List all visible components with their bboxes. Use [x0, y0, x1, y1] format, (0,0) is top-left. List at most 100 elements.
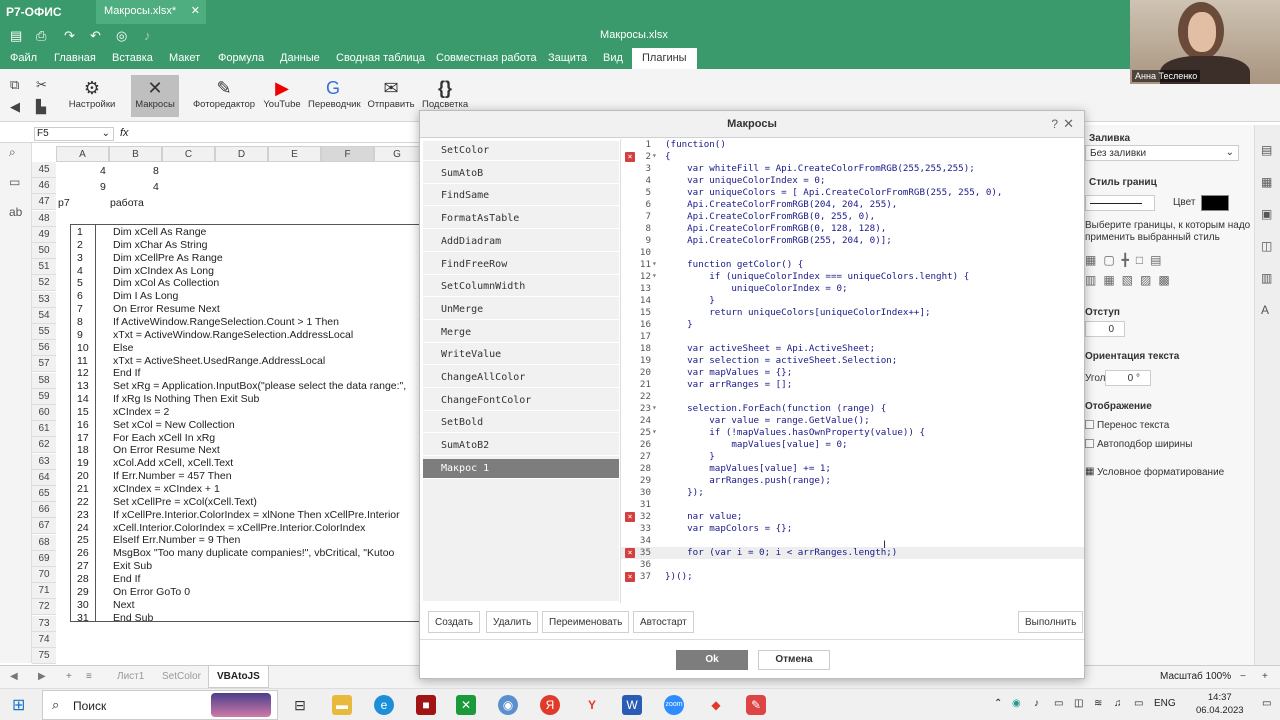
table-settings-icon[interactable]: ▦ — [1261, 175, 1272, 189]
shape-settings-icon[interactable]: ◫ — [1261, 239, 1272, 253]
row-header[interactable]: 67 — [32, 518, 56, 535]
menu-collaboration[interactable]: Совместная работа — [436, 52, 537, 64]
camera-icon[interactable]: ▭ — [1054, 698, 1063, 709]
tray-app-icon[interactable]: ◉ — [1012, 698, 1021, 709]
cut-icon[interactable]: ✂ — [36, 77, 47, 93]
menu-view[interactable]: Вид — [603, 52, 623, 64]
zoom-out-icon[interactable]: − — [1240, 671, 1246, 682]
highlight-button[interactable]: {} Подсветка — [422, 77, 468, 110]
image-settings-icon[interactable]: ▣ — [1261, 207, 1272, 221]
bell-icon[interactable]: ♪ — [144, 28, 151, 43]
r7-office-icon[interactable]: ◆ — [706, 695, 726, 715]
column-header[interactable]: E — [268, 146, 321, 162]
run-button[interactable]: Выполнить — [1018, 611, 1084, 633]
wrap-checkbox[interactable] — [1085, 420, 1094, 429]
row-header[interactable]: 46 — [32, 178, 56, 195]
volume-icon[interactable]: ♫ — [1114, 698, 1122, 709]
send-button[interactable]: ✉ Отправить — [366, 77, 416, 110]
macro-list-item[interactable]: UnMerge — [423, 300, 619, 320]
row-header[interactable]: 65 — [32, 486, 56, 502]
autofit-checkbox[interactable] — [1085, 439, 1094, 448]
app-icon[interactable]: ■ — [416, 695, 436, 715]
close-tab-icon[interactable]: ✕ — [191, 4, 200, 17]
column-header[interactable]: F — [321, 146, 374, 162]
document-tab[interactable]: Макросы.xlsx* ✕ — [96, 0, 206, 24]
zoom-icon[interactable]: zoom — [664, 695, 684, 715]
undo-icon[interactable]: ↶ — [90, 28, 101, 44]
wifi-icon[interactable]: ≋ — [1094, 698, 1102, 709]
file-explorer-icon[interactable]: ▬ — [332, 695, 352, 715]
rename-button[interactable]: Переименовать — [542, 611, 630, 633]
fill-select[interactable]: Без заливки ⌄ — [1085, 145, 1239, 161]
yandex-browser-icon[interactable]: Y — [582, 695, 602, 715]
browser-icon[interactable]: ◉ — [498, 695, 518, 715]
zoom-in-icon[interactable]: + — [1262, 671, 1268, 682]
user-icon[interactable]: ◎ — [116, 28, 127, 44]
fold-arrow-icon[interactable]: ▾ — [652, 151, 657, 160]
column-header[interactable]: C — [162, 146, 215, 162]
word-icon[interactable]: W — [622, 695, 642, 715]
border-color-swatch[interactable] — [1201, 195, 1229, 211]
xbox-icon[interactable]: ✕ — [456, 695, 476, 715]
cell-a45[interactable]: 4 — [100, 165, 106, 177]
row-header[interactable]: 50 — [32, 243, 56, 259]
macro-list-item[interactable]: SetColumnWidth — [423, 277, 619, 298]
translator-button[interactable]: G Переводчик — [308, 77, 361, 110]
search-icon[interactable]: ⌕ — [9, 145, 16, 160]
fx-icon[interactable]: fx — [120, 127, 129, 139]
menu-home[interactable]: Главная — [54, 52, 96, 64]
menu-pivot-table[interactable]: Сводная таблица — [336, 52, 425, 64]
row-header[interactable]: 66 — [32, 502, 56, 519]
menu-data[interactable]: Данные — [280, 52, 320, 64]
paste-icon[interactable]: ◀ — [10, 99, 20, 115]
row-header[interactable]: 57 — [32, 356, 56, 373]
help-icon[interactable]: ? — [1051, 117, 1058, 131]
copy-icon[interactable]: ⧉ — [10, 77, 19, 93]
chart-settings-icon[interactable]: ▥ — [1261, 271, 1272, 285]
macro-list-item[interactable]: AddDiadram — [423, 232, 619, 252]
cell-a46[interactable]: 9 — [100, 181, 106, 193]
row-header[interactable]: 54 — [32, 307, 56, 324]
settings-button[interactable]: ⚙ Настройки — [66, 77, 118, 110]
macro-list-item[interactable]: SetBold — [423, 413, 619, 434]
fold-arrow-icon[interactable]: ▾ — [652, 271, 657, 280]
notifications-icon[interactable]: ▭ — [1262, 698, 1271, 709]
menu-insert[interactable]: Вставка — [112, 52, 153, 64]
row-header[interactable]: 61 — [32, 421, 56, 438]
yandex-icon[interactable]: Я — [540, 695, 560, 715]
macro-list-item[interactable]: FormatAsTable — [423, 209, 619, 230]
sheet-tab-list1[interactable]: Лист1 — [117, 671, 144, 682]
column-header[interactable]: G — [374, 146, 420, 162]
row-header[interactable]: 45 — [32, 162, 56, 178]
cell-b47[interactable]: работа — [110, 197, 144, 209]
row-header[interactable]: 71 — [32, 583, 56, 600]
code-editor[interactable]: 1 (function() × 2 ▾{3 var whiteFill = Api.Cr… — [620, 139, 1084, 603]
angle-input[interactable]: 0 ° — [1105, 370, 1151, 386]
border-line-select[interactable] — [1085, 195, 1155, 211]
row-header[interactable]: 62 — [32, 437, 56, 454]
row-header[interactable]: 56 — [32, 340, 56, 357]
indent-input[interactable]: 0 — [1085, 321, 1125, 337]
macro-list-item[interactable]: SumAtoB — [423, 164, 619, 184]
menu-protection[interactable]: Защита — [548, 52, 587, 64]
macro-list-item[interactable]: FindFreeRow — [423, 255, 619, 275]
redo-icon[interactable]: ↷ — [64, 28, 75, 44]
border-buttons-row2[interactable]: ▥▦▧▨▩ — [1085, 273, 1177, 287]
autostart-button[interactable]: Автостарт — [633, 611, 694, 633]
windows-start-icon[interactable]: ⊞ — [12, 695, 25, 715]
row-header[interactable]: 52 — [32, 275, 56, 292]
comments-icon[interactable]: ▭ — [9, 175, 20, 189]
row-header[interactable]: 73 — [32, 615, 56, 632]
row-header[interactable]: 64 — [32, 469, 56, 486]
macro-list-item[interactable]: FindSame — [423, 186, 619, 207]
cell-reference-box[interactable]: F5 ⌄ — [34, 127, 114, 141]
conditional-format-button[interactable]: Условное форматирование — [1097, 467, 1224, 478]
menu-plugins[interactable]: Плагины — [632, 48, 697, 69]
cell-b45[interactable]: 8 — [153, 165, 159, 177]
column-header[interactable]: D — [215, 146, 268, 162]
macro-list-item[interactable]: SumAtoB2 — [423, 436, 619, 457]
tray-chevron-icon[interactable]: ⌃ — [994, 698, 1002, 709]
macro-list-item[interactable]: WriteValue — [423, 345, 619, 366]
menu-formula[interactable]: Формула — [218, 52, 264, 64]
network-icon[interactable]: ◫ — [1074, 698, 1083, 709]
